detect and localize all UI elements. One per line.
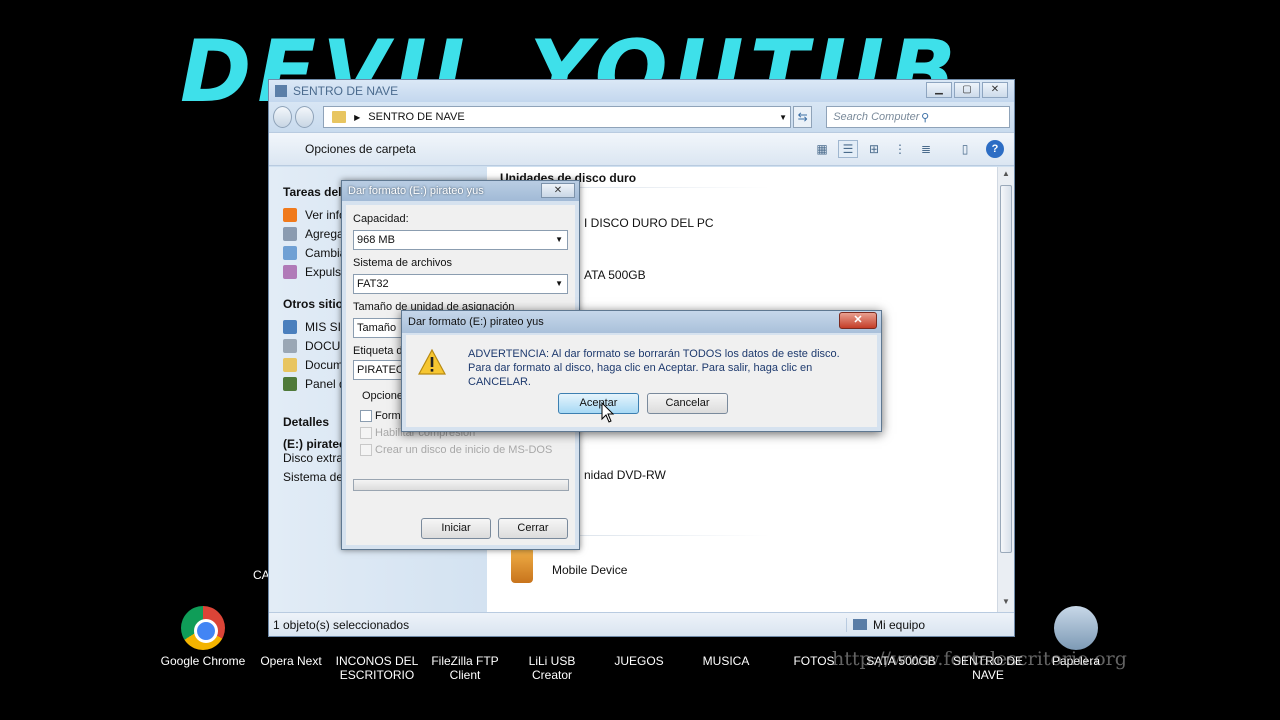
explorer-titlebar[interactable]: SENTRO DE NAVE ▁ ▢ ✕: [269, 80, 1014, 102]
forward-button[interactable]: [295, 106, 315, 128]
address-bar[interactable]: ▶ SENTRO DE NAVE ▼: [323, 106, 792, 128]
desktop-icon-label: MUSICA: [702, 654, 750, 668]
status-location: Mi equipo: [846, 617, 1014, 632]
details-view-icon[interactable]: ≣: [916, 140, 936, 158]
settings-icon: [283, 245, 297, 260]
refresh-button[interactable]: ⇆: [793, 106, 813, 128]
warning-line-2: Para dar formato al disco, haga clic en …: [468, 362, 813, 388]
computer-icon: [853, 619, 867, 630]
checkmark-icon: [283, 207, 297, 222]
accept-button[interactable]: Aceptar: [558, 393, 639, 414]
tiles-view-icon[interactable]: ☰: [838, 140, 858, 158]
close-button[interactable]: ✕: [982, 82, 1008, 98]
maximize-button[interactable]: ▢: [954, 82, 980, 98]
search-placeholder: Search Computer: [833, 111, 920, 123]
warning-message: ADVERTENCIA: Al dar formato se borrarán …: [468, 347, 877, 389]
control-panel-icon: [283, 376, 297, 391]
address-path: SENTRO DE NAVE: [368, 111, 465, 123]
desktop-icon-label: Google Chrome: [160, 654, 246, 668]
help-icon[interactable]: ?: [986, 140, 1004, 158]
chevron-down-icon[interactable]: ▼: [776, 113, 790, 122]
scrollbar-thumb[interactable]: [1000, 185, 1012, 553]
capacity-label: Capacidad:: [353, 213, 409, 225]
close-button[interactable]: ✕: [839, 312, 877, 329]
vertical-scrollbar[interactable]: ▲ ▼: [997, 167, 1014, 613]
thumbnails-view-icon[interactable]: ▦: [812, 140, 832, 158]
address-bar-row: ▶ SENTRO DE NAVE ▼ ⇆ Search Computer ⚲: [269, 102, 1014, 132]
desktop-icon-label: Opera Next: [260, 654, 322, 668]
drive-item-dvd[interactable]: nidad DVD-RW: [584, 468, 666, 482]
search-input[interactable]: Search Computer ⚲: [826, 106, 1010, 128]
chevron-down-icon: ▼: [555, 279, 563, 288]
eject-icon: [283, 264, 297, 279]
desktop-icon-label: FileZilla FTP Client: [431, 654, 499, 682]
drive-item-sata[interactable]: ATA 500GB: [584, 268, 646, 282]
format-warning-dialog: Dar formato (E:) pirateo yus ✕ ADVERTENC…: [401, 310, 882, 432]
start-button[interactable]: Iniciar: [421, 518, 491, 539]
desktop-icon-google-chrome[interactable]: Google Chrome: [158, 600, 248, 668]
breadcrumb-arrow-icon: ▶: [354, 112, 361, 122]
search-icon[interactable]: ⚲: [921, 111, 1009, 124]
drive-item-pc[interactable]: I DISCO DURO DEL PC: [584, 216, 714, 230]
add-program-icon: [283, 226, 297, 241]
recycle-bin-icon: [1054, 606, 1098, 650]
document-icon: [283, 338, 297, 353]
chrome-icon: [181, 606, 225, 650]
folder-icon: [332, 111, 347, 123]
watermark: http://www.fortalescritorio.org: [832, 648, 1127, 670]
drive-item-mobile[interactable]: Mobile Device: [552, 563, 627, 577]
filesystem-label: Sistema de archivos: [353, 257, 453, 269]
preview-pane-icon[interactable]: ▯: [955, 140, 975, 158]
format-progress-bar: [353, 479, 569, 491]
network-icon: [283, 319, 297, 334]
mouse-pointer-icon: [601, 402, 615, 423]
msdos-boot-checkbox: Crear un disco de inicio de MS-DOS: [360, 444, 552, 456]
minimize-button[interactable]: ▁: [926, 82, 952, 98]
quick-format-checkbox[interactable]: Forma: [360, 410, 407, 422]
filesystem-select[interactable]: FAT32 ▼: [353, 274, 568, 294]
warning-icon: [418, 349, 446, 375]
warning-dialog-title[interactable]: Dar formato (E:) pirateo yus: [402, 311, 881, 333]
explorer-toolbar: Opciones de carpeta ▦ ☰ ⊞ ⋮ ≣ ▯ ?: [269, 132, 1014, 166]
desktop-icon-label: INCONOS DEL ESCRITORIO: [335, 654, 419, 682]
scroll-up-icon[interactable]: ▲: [998, 169, 1014, 183]
computer-icon: [275, 85, 287, 97]
desktop-icon-label: JUEGOS: [614, 654, 664, 668]
back-button[interactable]: [273, 106, 293, 128]
cancel-close-button[interactable]: Cerrar: [498, 518, 568, 539]
folder-options-button[interactable]: Opciones de carpeta: [305, 142, 809, 156]
folder-icon: [283, 357, 297, 372]
close-button[interactable]: ✕: [541, 183, 575, 198]
status-bar: 1 objeto(s) seleccionados Mi equipo: [269, 612, 1014, 636]
chevron-down-icon: ▼: [555, 235, 563, 244]
cancel-button[interactable]: Cancelar: [647, 393, 728, 414]
status-selection: 1 objeto(s) seleccionados: [273, 617, 410, 632]
mobile-device-icon: [511, 547, 533, 583]
warning-line-1: ADVERTENCIA: Al dar formato se borrarán …: [468, 348, 840, 360]
list-view-icon[interactable]: ⋮: [890, 140, 910, 158]
scroll-down-icon[interactable]: ▼: [998, 597, 1014, 611]
capacity-select[interactable]: 968 MB ▼: [353, 230, 568, 250]
warning-dialog-body: ADVERTENCIA: Al dar formato se borrarán …: [406, 335, 877, 427]
explorer-title: SENTRO DE NAVE: [293, 84, 399, 98]
icons-view-icon[interactable]: ⊞: [864, 140, 884, 158]
desktop-icon-label: LiLi USB Creator: [528, 654, 576, 682]
